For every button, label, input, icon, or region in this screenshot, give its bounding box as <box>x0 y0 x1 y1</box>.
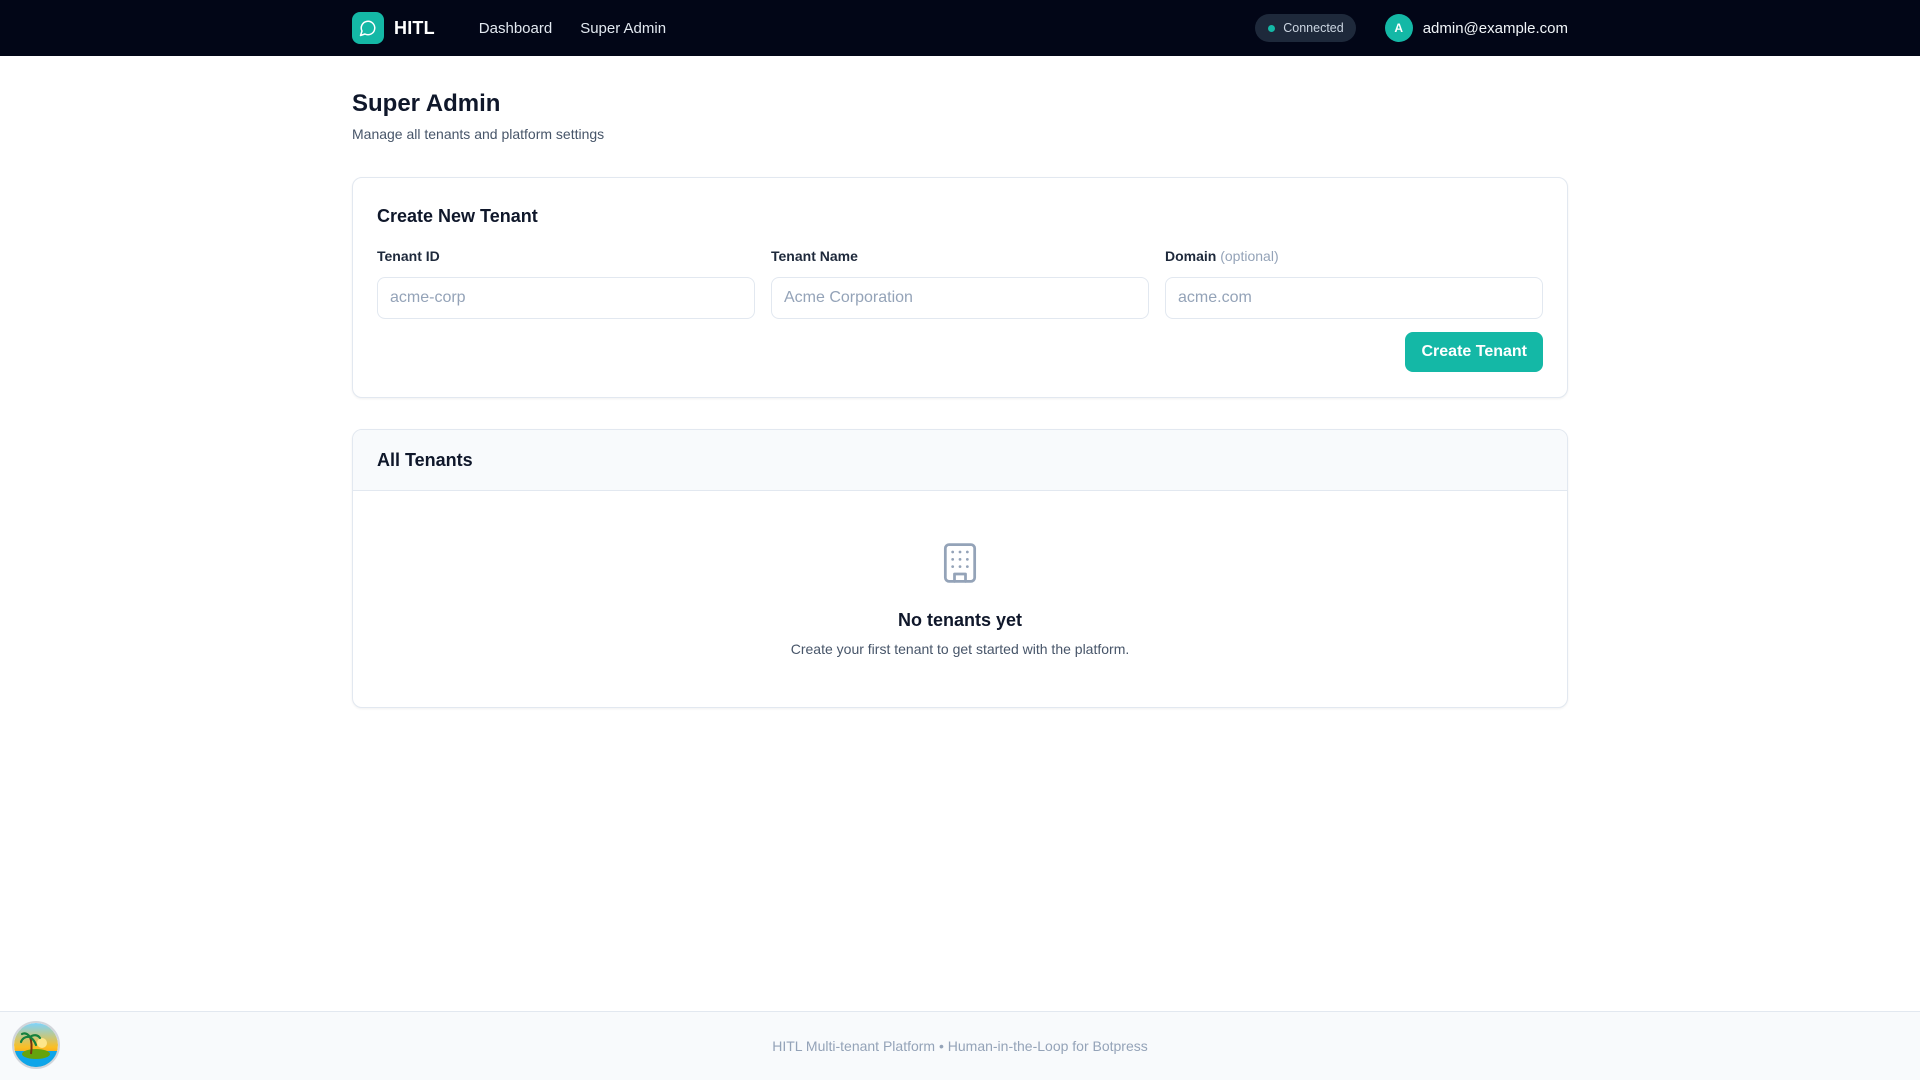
avatar: A <box>1384 14 1413 42</box>
main-nav: Dashboard Super Admin <box>479 20 666 37</box>
tenant-id-field-group: Tenant ID <box>377 248 755 319</box>
nav-link-super-admin[interactable]: Super Admin <box>580 20 666 37</box>
building-icon <box>943 543 977 583</box>
domain-label-row: Domain (optional) <box>1165 248 1543 266</box>
domain-input[interactable] <box>1165 277 1543 319</box>
create-tenant-button[interactable]: Create Tenant <box>1405 332 1543 372</box>
domain-optional-note: (optional) <box>1220 248 1279 264</box>
footer-text: HITL Multi-tenant Platform • Human-in-th… <box>772 1038 1148 1054</box>
empty-state-description: Create your first tenant to get started … <box>790 641 1130 657</box>
status-dot-icon <box>1268 24 1276 32</box>
domain-field-group: Domain (optional) <box>1165 248 1543 319</box>
nav-link-dashboard[interactable]: Dashboard <box>479 20 552 37</box>
all-tenants-header: All Tenants <box>353 430 1567 491</box>
tenant-name-input[interactable] <box>771 277 1149 319</box>
top-navigation-inner: HITL Dashboard Super Admin Connected A a… <box>352 0 1568 56</box>
user-menu[interactable]: A admin@example.com <box>1384 14 1568 42</box>
all-tenants-title: All Tenants <box>377 450 473 470</box>
connection-status-text: Connected <box>1283 21 1344 35</box>
tenant-id-input[interactable] <box>377 277 755 319</box>
tenant-name-field-group: Tenant Name <box>771 248 1149 319</box>
domain-label: Domain <box>1165 248 1217 264</box>
tenant-id-label: Tenant ID <box>377 248 440 264</box>
brand-name: HITL <box>394 17 435 38</box>
chat-bubble-icon <box>352 12 384 44</box>
page-title: Super Admin <box>352 90 501 117</box>
empty-state: No tenants yet Create your first tenant … <box>353 491 1567 707</box>
brand[interactable]: HITL <box>352 12 435 44</box>
create-tenant-title: Create New Tenant <box>377 206 538 226</box>
empty-state-title: No tenants yet <box>897 610 1023 630</box>
top-navigation-bar: HITL Dashboard Super Admin Connected A a… <box>0 0 1920 56</box>
connection-status-badge: Connected <box>1255 14 1356 42</box>
user-email: admin@example.com <box>1422 19 1568 37</box>
footer: HITL Multi-tenant Platform • Human-in-th… <box>0 1011 1920 1080</box>
page-subtitle: Manage all tenants and platform settings <box>352 126 605 142</box>
all-tenants-card: All Tenants No tenants yet Create your f… <box>352 429 1568 708</box>
tenant-name-label: Tenant Name <box>771 248 858 264</box>
create-tenant-card: Create New Tenant Tenant ID Tenant Name … <box>352 177 1568 398</box>
